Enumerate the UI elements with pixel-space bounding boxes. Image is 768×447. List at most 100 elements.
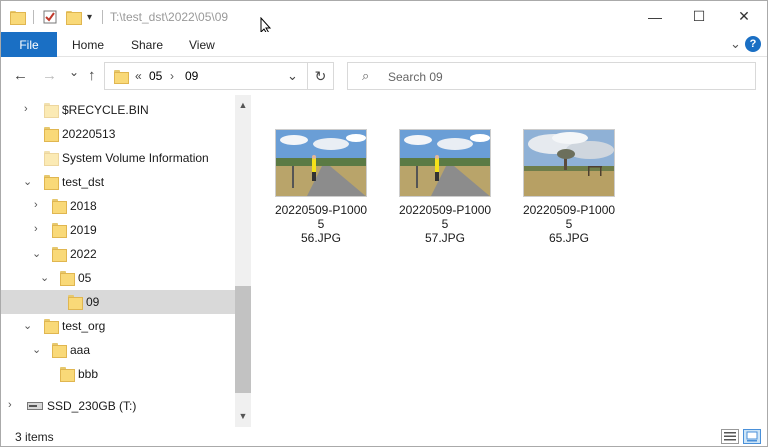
tree-item-2018[interactable]: › 2018 [1, 194, 235, 218]
details-view-icon[interactable] [721, 429, 739, 444]
file-tile[interactable]: 20220509-P10005 56.JPG [273, 129, 369, 245]
file-tile[interactable]: 20220509-P10005 57.JPG [397, 129, 493, 245]
title-separator [102, 10, 103, 24]
tree-item-label: 2022 [70, 247, 97, 261]
folder-icon [44, 151, 59, 166]
tree-item-test-org[interactable]: ⌄ test_org [1, 314, 235, 338]
tree-item-system-volume-information[interactable]: System Volume Information [1, 146, 235, 170]
collapse-chevron-icon[interactable]: ⌄ [32, 343, 41, 356]
breadcrumb-09[interactable]: 09 [185, 69, 198, 83]
title-bar: ▾ T:\test_dst\2022\05\09 — ☐ ✕ [1, 1, 767, 35]
tree-item-20220513[interactable]: 20220513 [1, 122, 235, 146]
tab-file[interactable]: File [1, 32, 57, 57]
folder-icon [52, 343, 67, 358]
tree-item-label: 09 [86, 295, 100, 309]
back-button[interactable]: ← [13, 67, 28, 84]
tree-item-label: aaa [70, 343, 91, 357]
tree-item-label: 2018 [70, 199, 97, 213]
navigation-pane: › $RECYCLE.BIN 20220513 System Volume In… [1, 95, 251, 427]
breadcrumb-separator: › [170, 69, 174, 83]
address-folder-icon [114, 70, 129, 84]
help-icon[interactable]: ? [745, 36, 761, 52]
navigation-bar: ← → ⌄ ↑ « 05 › 09 ⌄ ↻ ⌕ Search 09 [1, 57, 767, 95]
tree-item-label: 2019 [70, 223, 97, 237]
minimize-button[interactable]: — [632, 1, 678, 32]
window-title: T:\test_dst\2022\05\09 [110, 10, 229, 24]
folder-icon [52, 223, 67, 238]
folder-icon [60, 271, 75, 286]
maximize-button[interactable]: ☐ [676, 1, 722, 32]
recent-locations-button[interactable]: ⌄ [69, 65, 79, 79]
scroll-up-icon[interactable]: ▲ [235, 97, 251, 113]
tab-view[interactable]: View [189, 38, 215, 52]
expand-chevron-icon[interactable]: › [24, 103, 28, 115]
tree-scrollbar-thumb[interactable] [235, 286, 251, 393]
tree-item-label: bbb [78, 367, 99, 381]
tree-item-label: 20220513 [62, 127, 116, 141]
tab-share[interactable]: Share [131, 38, 163, 52]
ribbon: File Home Share View ⌄ ? [1, 32, 767, 57]
tree-item-09[interactable]: 09 [1, 290, 235, 314]
tree-item-05[interactable]: ⌄ 05 [1, 266, 235, 290]
quick-access-dropdown-icon[interactable]: ▾ [87, 7, 92, 27]
address-dropdown-icon[interactable]: ⌄ [287, 68, 298, 84]
tree-item-label: test_org [62, 319, 106, 333]
photo-field-tree-icon [523, 129, 615, 197]
collapse-chevron-icon[interactable]: ⌄ [32, 247, 41, 260]
search-box[interactable]: ⌕ Search 09 [347, 62, 756, 90]
collapse-chevron-icon[interactable]: ⌄ [40, 271, 49, 284]
explorer-window: ▾ T:\test_dst\2022\05\09 — ☐ ✕ File Home… [0, 0, 768, 447]
expand-chevron-icon[interactable]: › [34, 223, 38, 235]
tree-item-bbb[interactable]: bbb [1, 362, 235, 386]
folder-icon [52, 199, 67, 214]
breadcrumb-overflow[interactable]: « [135, 69, 142, 83]
properties-icon[interactable] [43, 7, 57, 27]
ribbon-expand-icon[interactable]: ⌄ [730, 36, 741, 52]
forward-button[interactable]: → [42, 67, 57, 84]
breadcrumb-05[interactable]: 05 [149, 69, 162, 83]
app-folder-icon[interactable] [10, 7, 26, 27]
items-count: 3 items [15, 430, 54, 444]
file-name: 20220509-P10005 65.JPG [522, 203, 616, 245]
tab-home[interactable]: Home [72, 38, 104, 52]
tree-item-label: 05 [78, 271, 92, 285]
folder-icon [44, 127, 59, 142]
collapse-chevron-icon[interactable]: ⌄ [23, 175, 32, 188]
folder-icon [60, 367, 75, 382]
refresh-button[interactable]: ↻ [307, 62, 334, 90]
drive-icon [27, 402, 43, 410]
collapse-chevron-icon[interactable]: ⌄ [23, 319, 32, 332]
photo-road-person-icon [399, 129, 491, 197]
tree-item-ssd-drive[interactable]: › SSD_230GB (T:) [1, 394, 235, 418]
search-placeholder: Search 09 [388, 70, 443, 84]
scroll-down-icon[interactable]: ▼ [235, 408, 251, 424]
new-folder-icon[interactable] [66, 7, 82, 27]
folder-icon [44, 319, 59, 334]
close-button[interactable]: ✕ [721, 1, 767, 32]
file-name: 20220509-P10005 56.JPG [274, 203, 368, 245]
tree-item-aaa[interactable]: ⌄ aaa [1, 338, 235, 362]
large-icons-view-icon[interactable] [743, 429, 761, 444]
folder-icon [68, 295, 83, 310]
tree-item-label: test_dst [62, 175, 105, 189]
tree-item-test-dst[interactable]: ⌄ test_dst [1, 170, 235, 194]
up-button[interactable]: ↑ [88, 67, 96, 84]
file-name: 20220509-P10005 57.JPG [398, 203, 492, 245]
file-list: 20220509-P10005 56.JPG 20220509-P10005 5… [251, 95, 767, 427]
tree-item-2022[interactable]: ⌄ 2022 [1, 242, 235, 266]
folder-icon [52, 247, 67, 262]
expand-chevron-icon[interactable]: › [8, 399, 12, 411]
title-separator [33, 10, 34, 24]
tree-item-2019[interactable]: › 2019 [1, 218, 235, 242]
tree-item-label: SSD_230GB (T:) [47, 399, 137, 413]
folder-icon [44, 103, 59, 118]
tree-item-label: System Volume Information [62, 151, 209, 165]
address-bar[interactable]: « 05 › 09 ⌄ [104, 62, 334, 90]
file-tile[interactable]: 20220509-P10005 65.JPG [521, 129, 617, 245]
folder-icon [44, 175, 59, 190]
tree-item-recycle-bin[interactable]: › $RECYCLE.BIN [1, 98, 235, 122]
expand-chevron-icon[interactable]: › [34, 199, 38, 211]
tree-item-label: $RECYCLE.BIN [62, 103, 149, 117]
photo-road-person-icon [275, 129, 367, 197]
status-bar: 3 items [1, 427, 767, 446]
